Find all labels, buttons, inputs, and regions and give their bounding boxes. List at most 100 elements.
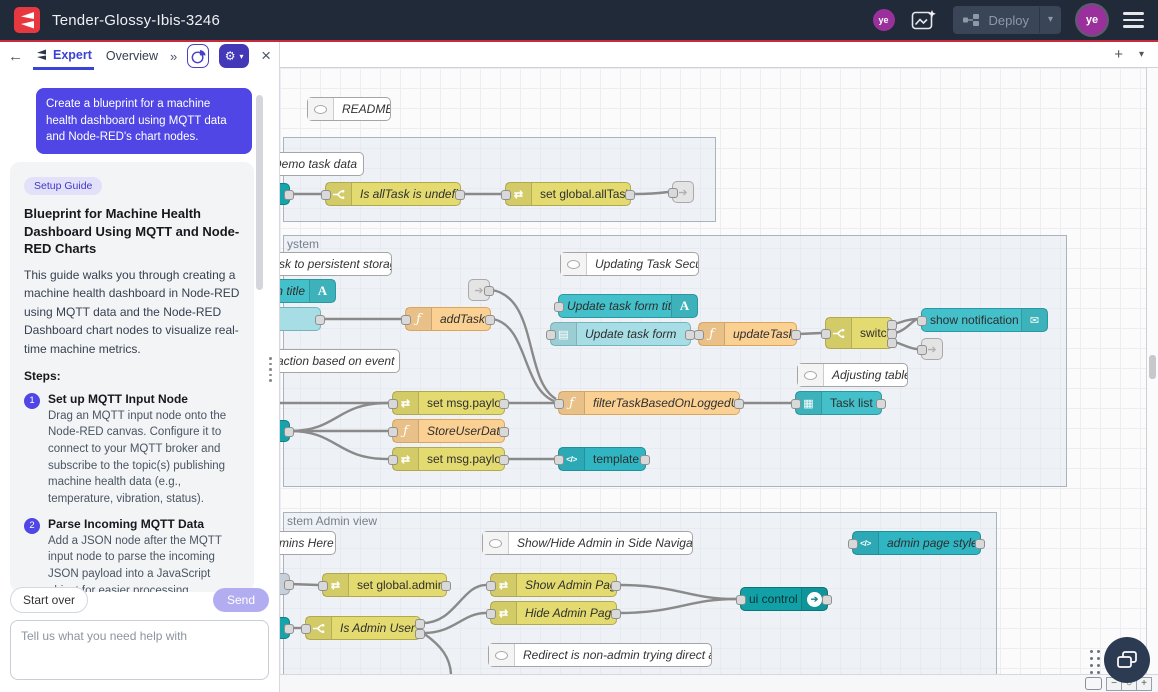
output-port[interactable]	[611, 609, 621, 619]
node-storeuserdata[interactable]: ƒStoreUserData	[392, 419, 505, 443]
output-port[interactable]	[484, 286, 494, 296]
wire[interactable]	[492, 290, 556, 399]
node-admin-page-style[interactable]: </>admin page style	[852, 531, 981, 555]
link-node-2[interactable]: ➔	[468, 279, 490, 301]
output-port[interactable]	[284, 580, 294, 590]
input-port[interactable]	[668, 188, 678, 198]
wire[interactable]	[423, 633, 451, 674]
node-updatetask[interactable]: ƒupdateTask	[698, 322, 797, 346]
output-port[interactable]	[415, 619, 425, 629]
input-port[interactable]	[401, 315, 411, 325]
avatar-small[interactable]: ye	[873, 9, 895, 31]
input-port[interactable]	[791, 399, 801, 409]
comment-persistent-storage[interactable]: sk to persistent storage	[280, 252, 392, 276]
comment-adjusting-table[interactable]: Adjusting table	[797, 363, 908, 387]
tab-expert[interactable]: Expert	[33, 42, 94, 70]
output-port[interactable]	[284, 427, 294, 437]
node-ticket-cut[interactable]: icket	[280, 307, 321, 331]
wire[interactable]	[633, 192, 668, 194]
input-port[interactable]	[388, 427, 398, 437]
sidebar-scrollbar[interactable]	[256, 95, 263, 290]
deploy-caret[interactable]: ▾	[1039, 7, 1061, 33]
add-flow-button[interactable]: +	[1114, 46, 1123, 63]
input-port[interactable]	[388, 399, 398, 409]
input-port[interactable]	[848, 539, 858, 549]
link-node-3[interactable]: ➔	[921, 338, 943, 360]
inject-stub[interactable]	[280, 573, 290, 595]
start-over-button[interactable]: Start over	[10, 587, 88, 613]
node-update-task-form-title[interactable]: Update task form titleA	[558, 294, 698, 318]
link-in-stub-2[interactable]	[280, 617, 290, 639]
output-port[interactable]	[640, 455, 650, 465]
main-menu-icon[interactable]	[1123, 12, 1144, 28]
output-port[interactable]	[485, 315, 495, 325]
output-port[interactable]	[611, 581, 621, 591]
wire[interactable]	[799, 333, 821, 334]
output-port[interactable]	[734, 399, 744, 409]
input-port[interactable]	[486, 609, 496, 619]
input-port[interactable]	[301, 624, 311, 634]
node-show-notification[interactable]: show notification✉	[921, 308, 1048, 332]
output-port[interactable]	[441, 581, 451, 591]
input-port[interactable]	[321, 190, 331, 200]
ai-snapshot-icon[interactable]	[911, 9, 937, 31]
node-filter-task[interactable]: ƒfilterTaskBasedOnLoggedUser	[558, 391, 740, 415]
wire[interactable]	[290, 403, 388, 431]
flow-list-button[interactable]: ▾	[1139, 49, 1144, 60]
output-port[interactable]	[625, 190, 635, 200]
output-port[interactable]	[284, 624, 294, 634]
comment-updating-task[interactable]: Updating Task Securely	[560, 252, 699, 276]
node-update-task-form[interactable]: ▤Update task form	[550, 322, 691, 346]
node-template[interactable]: </>template	[558, 447, 646, 471]
link-out-node[interactable]: ➔	[672, 181, 694, 203]
tab-overview[interactable]: Overview	[104, 42, 160, 70]
output-port[interactable]	[887, 338, 897, 348]
node-set-msg-payload-2[interactable]: ⇄set msg.payload	[392, 447, 505, 471]
input-port[interactable]	[736, 595, 746, 605]
deploy-button[interactable]: Deploy ▾	[953, 6, 1062, 34]
input-port[interactable]	[694, 330, 704, 340]
output-port[interactable]	[499, 455, 509, 465]
node-switch[interactable]: switch	[825, 317, 893, 349]
input-port[interactable]	[554, 399, 564, 409]
back-arrow-icon[interactable]: ←	[8, 48, 23, 65]
usage-pie-button[interactable]	[187, 44, 209, 68]
comment-action-event[interactable]: action based on event	[280, 349, 400, 373]
output-port[interactable]	[499, 399, 509, 409]
tab-overflow-icon[interactable]: »	[170, 49, 177, 64]
close-icon[interactable]: ×	[261, 46, 271, 66]
node-is-alltask-undefined[interactable]: Is allTask is undefined	[325, 182, 461, 206]
node-form-title-cut[interactable]: m titleA	[280, 279, 336, 303]
output-port[interactable]	[415, 629, 425, 639]
output-port[interactable]	[499, 427, 509, 437]
assistant-chat-fab[interactable]	[1104, 637, 1150, 683]
hub-stub[interactable]	[280, 420, 290, 442]
input-port[interactable]	[554, 455, 564, 465]
comment-show-hide-admin[interactable]: Show/Hide Admin in Side Navigation	[482, 531, 693, 555]
output-port[interactable]	[455, 190, 465, 200]
panel-resize-grip[interactable]	[269, 357, 272, 382]
comment-admins-here[interactable]: mins Here	[280, 531, 336, 555]
output-port[interactable]	[822, 595, 832, 605]
node-set-global-admins[interactable]: ⇄set global.admins	[322, 573, 447, 597]
flow-workspace[interactable]: ystemstem Admin viewREADMEDemo task data…	[280, 68, 1158, 674]
wire[interactable]	[290, 431, 388, 459]
output-port[interactable]	[284, 190, 294, 200]
node-show-admin-page[interactable]: ⇄Show Admin Page	[490, 573, 617, 597]
user-avatar[interactable]: ye	[1077, 5, 1107, 35]
comment-demo-task-data[interactable]: Demo task data	[280, 152, 364, 176]
wire[interactable]	[290, 584, 318, 585]
node-task-list[interactable]: ▦Task list	[795, 391, 882, 415]
fab-drag-handle[interactable]	[1090, 650, 1100, 674]
comment-redirect[interactable]: Redirect is non-admin trying direct acce…	[488, 643, 712, 667]
scrollbar-thumb[interactable]	[1149, 355, 1156, 379]
wire[interactable]	[619, 585, 736, 599]
minimap-toggle-button[interactable]	[1085, 677, 1102, 690]
output-port[interactable]	[315, 315, 325, 325]
node-is-admin-user[interactable]: Is Admin User?	[305, 616, 421, 640]
wire[interactable]	[619, 599, 736, 613]
input-port[interactable]	[917, 345, 927, 355]
help-input[interactable]	[10, 620, 269, 680]
input-port[interactable]	[546, 330, 556, 340]
wire[interactable]	[895, 342, 917, 349]
